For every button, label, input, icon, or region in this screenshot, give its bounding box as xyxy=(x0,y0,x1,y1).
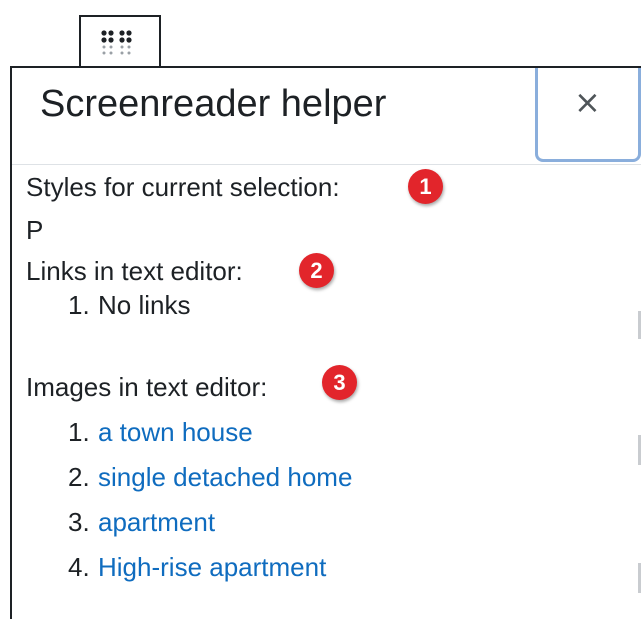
list-item: 3. apartment xyxy=(26,500,586,545)
callout-badge-1: 1 xyxy=(408,169,443,204)
editor-toolbar-button[interactable] xyxy=(79,15,161,67)
list-number: 1. xyxy=(68,417,90,447)
images-list: 1. a town house 2. single detached home … xyxy=(26,410,586,590)
callout-badge-3: 3 xyxy=(322,365,357,400)
images-label: Images in text editor: xyxy=(26,372,268,402)
list-item: 2. single detached home xyxy=(26,455,586,500)
screen: Screenreader helper × Styles for current… xyxy=(0,0,641,619)
links-label: Links in text editor: xyxy=(26,256,243,286)
close-button[interactable]: × xyxy=(535,68,641,162)
list-item: 1. No links xyxy=(26,283,586,328)
image-link-town-house[interactable]: a town house xyxy=(98,410,253,455)
close-icon: × xyxy=(574,83,601,121)
list-number: 1. xyxy=(68,290,90,320)
image-link-high-rise-apartment[interactable]: High-rise apartment xyxy=(98,545,326,590)
list-number: 2. xyxy=(68,462,90,492)
dialog-header: Screenreader helper × xyxy=(12,68,641,165)
list-item: 1. a town house xyxy=(26,410,586,455)
dialog-title: Screenreader helper xyxy=(40,83,387,125)
styles-section-label: Styles for current selection: xyxy=(26,167,340,207)
list-number: 4. xyxy=(68,552,90,582)
styles-label: Styles for current selection: xyxy=(26,172,340,202)
no-links-text: No links xyxy=(98,290,191,320)
image-link-apartment[interactable]: apartment xyxy=(98,500,215,545)
image-link-single-detached-home[interactable]: single detached home xyxy=(98,455,352,500)
grip-dots-icon xyxy=(101,30,132,55)
links-list: 1. No links xyxy=(26,283,586,328)
dialog-body: Styles for current selection: 1 P Links … xyxy=(26,165,641,619)
list-number: 3. xyxy=(68,507,90,537)
images-section-label: Images in text editor: xyxy=(26,367,267,407)
list-item: 4. High-rise apartment xyxy=(26,545,586,590)
screenreader-helper-dialog: Screenreader helper × Styles for current… xyxy=(10,66,641,619)
styles-value: P xyxy=(26,215,44,245)
